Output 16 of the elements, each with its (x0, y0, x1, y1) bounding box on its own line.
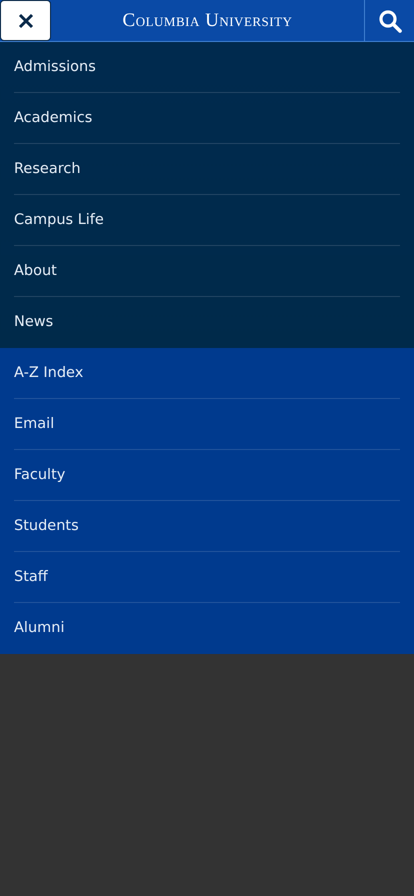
close-icon (18, 12, 34, 28)
menu-link[interactable]: Alumni (14, 620, 64, 636)
menu-link[interactable]: Email (14, 416, 54, 432)
menu-link[interactable]: A-Z Index (14, 365, 84, 381)
menu-link[interactable]: Students (14, 518, 79, 534)
site-title: Columbia University (122, 8, 294, 32)
menu-link[interactable]: Research (14, 161, 81, 177)
search-icon (378, 8, 402, 32)
menu-link[interactable]: Faculty (14, 467, 66, 483)
menu-link[interactable]: Staff (14, 569, 48, 585)
menu-link[interactable]: Academics (14, 110, 92, 126)
menu-link[interactable]: About (14, 263, 57, 279)
close-button[interactable] (0, 0, 51, 41)
menu-link[interactable]: News (14, 314, 54, 330)
menu-link[interactable]: Admissions (14, 59, 96, 75)
menu-link[interactable]: Campus Life (14, 212, 104, 228)
